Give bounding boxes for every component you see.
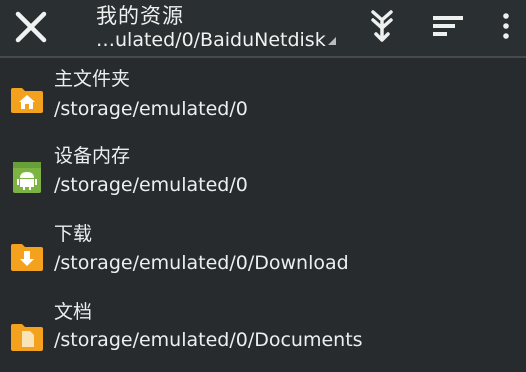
item-name: 设备内存 (54, 145, 131, 167)
storage-list: 主文件夹 /storage/emulated/0 设备内存 /storage/e… (0, 60, 526, 372)
filter-button[interactable] (428, 6, 468, 46)
android-storage-icon (13, 162, 41, 193)
close-button[interactable] (8, 4, 54, 50)
download-folder-icon (11, 244, 43, 271)
item-path: /storage/emulated/0 (54, 98, 248, 120)
page-title: 我的资源 (96, 4, 184, 28)
list-item-device-storage[interactable]: 设备内存 /storage/emulated/0 (0, 138, 526, 216)
documents-folder-icon (11, 324, 43, 351)
more-options-button[interactable] (488, 6, 524, 46)
more-vert-icon (503, 13, 509, 39)
item-name: 文档 (54, 301, 93, 323)
list-item-documents[interactable]: 文档 /storage/emulated/0/Documents (0, 294, 526, 372)
list-item-download[interactable]: 下载 /storage/emulated/0/Download (0, 216, 526, 294)
top-app-bar: 我的资源 …ulated/0/BaiduNetdisk (0, 0, 526, 58)
close-icon (15, 11, 47, 43)
path-selector[interactable]: …ulated/0/BaiduNetdisk (96, 29, 336, 51)
item-name: 下载 (54, 223, 93, 245)
item-name: 主文件夹 (54, 68, 131, 90)
item-path: /storage/emulated/0/Download (54, 252, 349, 274)
item-path: /storage/emulated/0 (54, 174, 248, 196)
item-path: /storage/emulated/0/Documents (54, 329, 363, 351)
sort-download-button[interactable] (362, 6, 402, 46)
list-item-home[interactable]: 主文件夹 /storage/emulated/0 (0, 60, 526, 138)
dropdown-caret-icon (327, 37, 336, 45)
filter-lines-icon (433, 16, 463, 36)
sort-download-icon (371, 10, 393, 42)
home-folder-icon (11, 88, 43, 113)
current-path: …ulated/0/BaiduNetdisk (96, 29, 326, 51)
